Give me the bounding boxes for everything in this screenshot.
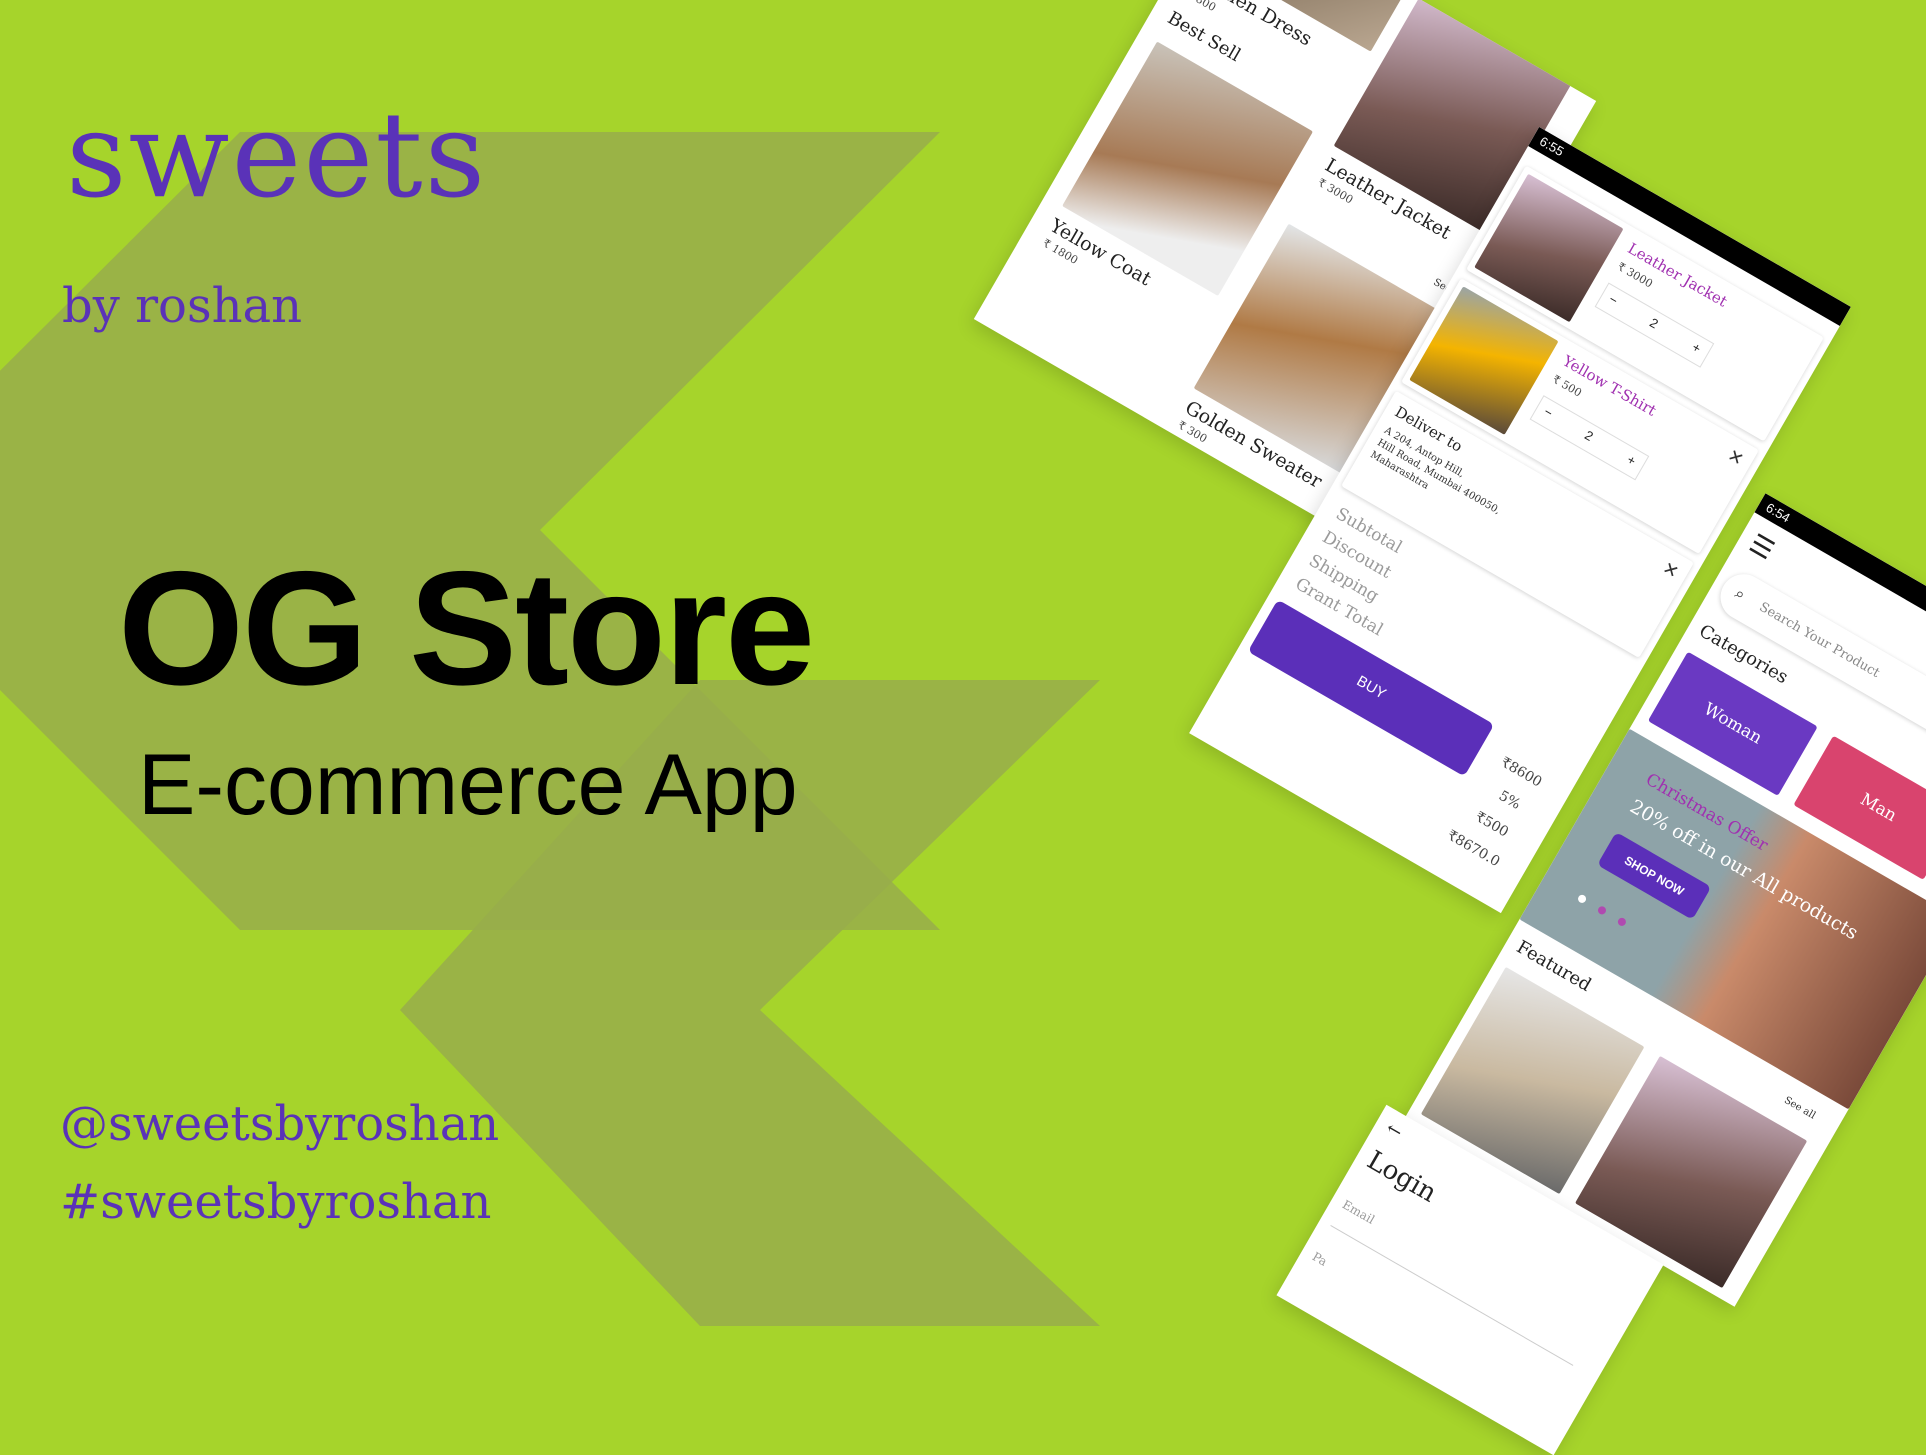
social-handle: @sweetsbyroshan <box>60 1096 500 1152</box>
login-title: Login <box>1361 1145 1442 1209</box>
increment-button[interactable]: + <box>1625 452 1639 469</box>
increment-button[interactable]: + <box>1690 339 1704 356</box>
discount-value: 5% <box>1495 787 1524 813</box>
decrement-button[interactable]: − <box>1541 404 1555 421</box>
close-icon[interactable]: ✕ <box>1724 445 1748 471</box>
subtotal-value: ₹8600 <box>1497 754 1545 791</box>
hero-subtitle: E-commerce App <box>138 737 798 833</box>
quantity-value: 2 <box>1647 314 1661 332</box>
quantity-value: 2 <box>1582 427 1596 445</box>
see-all-link[interactable]: See all <box>1782 1095 1817 1122</box>
search-icon: ⌕ <box>1731 583 1750 605</box>
menu-icon[interactable]: ☰ <box>1744 529 1779 567</box>
close-icon[interactable]: ✕ <box>1659 558 1683 584</box>
brand-logo: sweets <box>66 86 488 224</box>
back-arrow-icon[interactable]: ← <box>1382 1118 1406 1144</box>
decrement-button[interactable]: − <box>1606 291 1620 308</box>
carousel-dots[interactable] <box>1575 887 1631 931</box>
password-field[interactable]: Pa <box>1310 1249 1330 1268</box>
address-line-2: Hill Road, Mumbai 400050, <box>1375 437 1502 517</box>
hero-title: OG Store <box>118 538 815 719</box>
brand-byline: by roshan <box>62 278 303 334</box>
shipping-value: ₹500 <box>1472 808 1512 841</box>
email-field[interactable]: Email <box>1330 1197 1590 1366</box>
social-hashtag: #sweetsbyroshan <box>60 1174 492 1230</box>
product-price-women-dress: ₹ 800 <box>1184 0 1219 15</box>
